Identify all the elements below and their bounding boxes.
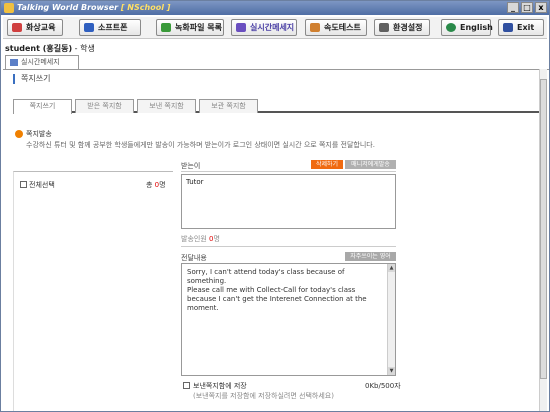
recording-list-label: 녹화파일 목록 — [175, 23, 222, 32]
window-brand: [ NSchool ] — [120, 3, 171, 12]
recording-list-button[interactable]: 녹화파일 목록 — [156, 19, 224, 36]
exit-button[interactable]: Exit — [498, 19, 544, 36]
byte-counter: 0Kb/500자 — [365, 382, 401, 390]
speed-test-label: 속도테스트 — [324, 23, 361, 32]
main-tab-label: 실시간메세지 — [21, 58, 60, 66]
scroll-up-icon[interactable]: ▲ — [388, 264, 395, 272]
exit-icon — [503, 23, 513, 32]
tab-sent[interactable]: 보낸 쪽지함 — [137, 99, 196, 113]
video-class-label: 화상교육 — [26, 23, 56, 32]
globe-icon — [446, 23, 456, 32]
page-title: 쪽지쓰기 — [13, 74, 50, 84]
recipient-count-label: 발송인원 — [181, 235, 209, 243]
common-phrases-button[interactable]: 자주쓰이는 영어 — [345, 252, 396, 261]
divider — [181, 246, 396, 247]
scroll-down-icon[interactable]: ▼ — [388, 367, 395, 375]
tab-archive[interactable]: 보관 쪽지함 — [199, 99, 258, 113]
message-icon — [236, 23, 246, 32]
app-window: Talking World Browser [ NSchool ] _ □ x … — [0, 0, 550, 412]
info-bullet-icon — [15, 130, 23, 138]
save-to-sent-checkbox[interactable] — [183, 382, 190, 389]
recipients-box[interactable]: Tutor — [181, 174, 396, 229]
window-title: Talking World Browser — [17, 3, 119, 12]
speed-test-button[interactable]: 속도테스트 — [305, 19, 367, 36]
user-name: student (홍길동) — [5, 44, 73, 53]
softphone-button[interactable]: 소프트폰 — [79, 19, 141, 36]
content-area: 쪽지쓰기 쪽지쓰기 받은 쪽지함 보낸 쪽지함 보관 쪽지함 쪽지발송 수강하신… — [3, 69, 549, 411]
student-list-panel — [13, 171, 173, 411]
recipients-label: 받는이 — [181, 162, 201, 170]
realtime-message-button[interactable]: 실시간메세지 — [231, 19, 297, 36]
main-toolbar: 화상교육 소프트폰 녹화파일 목록 실시간메세지 속도테스트 환경설정 Engl… — [3, 17, 547, 39]
save-to-sent-label: 보낸쪽지함에 저장 — [193, 382, 247, 390]
message-scrollbar[interactable]: ▲ ▼ — [387, 264, 395, 375]
video-icon — [12, 23, 22, 32]
tab-inbox[interactable]: 받은 쪽지함 — [75, 99, 134, 113]
exit-label: Exit — [517, 23, 535, 32]
total-count: 총 0명 — [146, 180, 166, 190]
softphone-label: 소프트폰 — [98, 23, 128, 32]
minimize-button[interactable]: _ — [507, 2, 519, 13]
user-role: - 학생 — [72, 44, 95, 53]
recipient-count: 발송인원 0명 — [181, 234, 220, 244]
app-icon — [4, 3, 14, 13]
recipient-count-suffix: 명 — [213, 235, 220, 243]
speed-icon — [310, 23, 320, 32]
phone-icon — [84, 23, 94, 32]
video-class-button[interactable]: 화상교육 — [7, 19, 63, 36]
select-all-checkbox[interactable] — [20, 181, 27, 188]
message-tabs: 쪽지쓰기 받은 쪽지함 보낸 쪽지함 보관 쪽지함 — [13, 99, 541, 114]
send-to-manager-button[interactable]: 매니저에게발송 — [345, 160, 396, 169]
message-textarea[interactable]: Sorry, I can't attend today's class beca… — [181, 263, 396, 376]
message-tab-icon — [10, 59, 18, 66]
settings-label: 환경설정 — [393, 23, 423, 32]
total-prefix: 총 — [146, 181, 155, 189]
message-body: Sorry, I can't attend today's class beca… — [187, 268, 367, 312]
tab-compose[interactable]: 쪽지쓰기 — [13, 99, 72, 114]
realtime-message-label: 실시간메세지 — [250, 23, 295, 32]
user-info: student (홍길동) - 학생 — [5, 43, 95, 54]
settings-button[interactable]: 환경설정 — [374, 19, 430, 36]
notice-title: 쪽지발송 — [26, 130, 52, 138]
settings-icon — [379, 23, 389, 32]
close-button[interactable]: x — [535, 2, 547, 13]
page-scroll-thumb[interactable] — [540, 79, 547, 379]
title-bar: Talking World Browser [ NSchool ] _ □ x — [1, 1, 549, 15]
divider — [181, 171, 396, 172]
notice-text: 수강하신 튜터 및 함께 공부한 학생들에게만 발송이 가능하며 받는이가 로그… — [26, 141, 375, 149]
delete-button[interactable]: 삭제하기 — [311, 160, 343, 169]
english-label: English — [460, 23, 493, 32]
select-all-label: 전체선택 — [29, 181, 55, 189]
record-list-icon — [161, 23, 171, 32]
message-label: 전달내용 — [181, 254, 207, 262]
total-suffix: 명 — [159, 181, 166, 189]
maximize-button[interactable]: □ — [521, 2, 533, 13]
save-hint: (보낸쪽지를 저장함에 저장하실려면 선택하세요) — [193, 392, 334, 400]
page-scrollbar[interactable] — [539, 69, 547, 411]
tab-realtime-message[interactable]: 실시간메세지 — [5, 55, 79, 69]
english-button[interactable]: English — [441, 19, 493, 36]
